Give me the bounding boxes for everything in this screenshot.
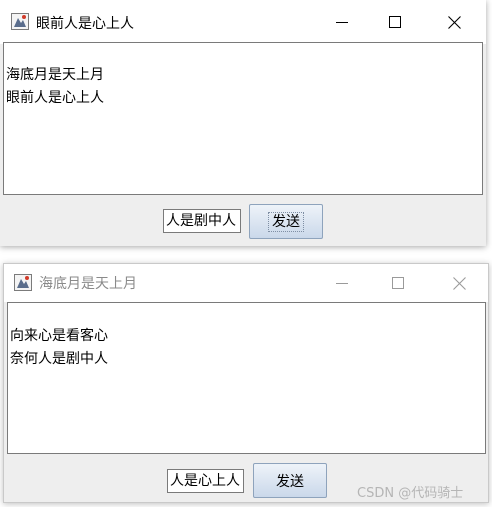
java-app-icon	[11, 13, 29, 30]
chat-line: 向来心是看客心	[10, 328, 108, 344]
maximize-icon	[389, 16, 401, 28]
window-1-title: 眼前人是心上人	[36, 16, 134, 32]
window-2-titlebar[interactable]: 海底月是天上月	[4, 264, 488, 302]
chat-history-area[interactable]: 海底月是天上月 眼前人是心上人	[3, 42, 483, 195]
watermark: CSDN @代码骑士	[357, 486, 464, 501]
chat-line: 奈何人是剧中人	[10, 351, 108, 367]
window-2-title: 海底月是天上月	[39, 276, 137, 292]
minimize-icon	[336, 283, 348, 284]
window-1-maximize-button[interactable]	[370, 0, 420, 44]
chat-window-1: 眼前人是心上人 海底月是天上月 眼前人是心上人 人是剧中人 发送	[0, 0, 486, 246]
chat-window-2: 海底月是天上月 向来心是看客心 奈何人是剧中人 人是心上人 发送	[3, 263, 489, 503]
chat-line: 眼前人是心上人	[6, 90, 104, 106]
send-button-label: 发送	[276, 473, 304, 490]
minimize-icon	[336, 22, 348, 23]
java-app-icon	[14, 274, 32, 291]
maximize-icon	[392, 277, 404, 289]
message-input[interactable]: 人是剧中人	[163, 209, 241, 233]
message-input[interactable]: 人是心上人	[167, 469, 244, 493]
send-button[interactable]: 发送	[249, 204, 323, 239]
send-button-label: 发送	[268, 211, 304, 232]
window-2-minimize-button[interactable]	[317, 264, 367, 302]
close-icon	[447, 15, 461, 29]
chat-line: 海底月是天上月	[6, 67, 104, 83]
send-button[interactable]: 发送	[253, 463, 327, 498]
window-1-titlebar[interactable]: 眼前人是心上人	[0, 0, 486, 44]
window-2-maximize-button[interactable]	[373, 264, 423, 302]
window-1-close-button[interactable]	[429, 0, 479, 44]
window-1-minimize-button[interactable]	[317, 0, 367, 44]
close-icon	[452, 276, 466, 290]
window-2-close-button[interactable]	[434, 264, 484, 302]
chat-history-area[interactable]: 向来心是看客心 奈何人是剧中人	[7, 302, 486, 454]
